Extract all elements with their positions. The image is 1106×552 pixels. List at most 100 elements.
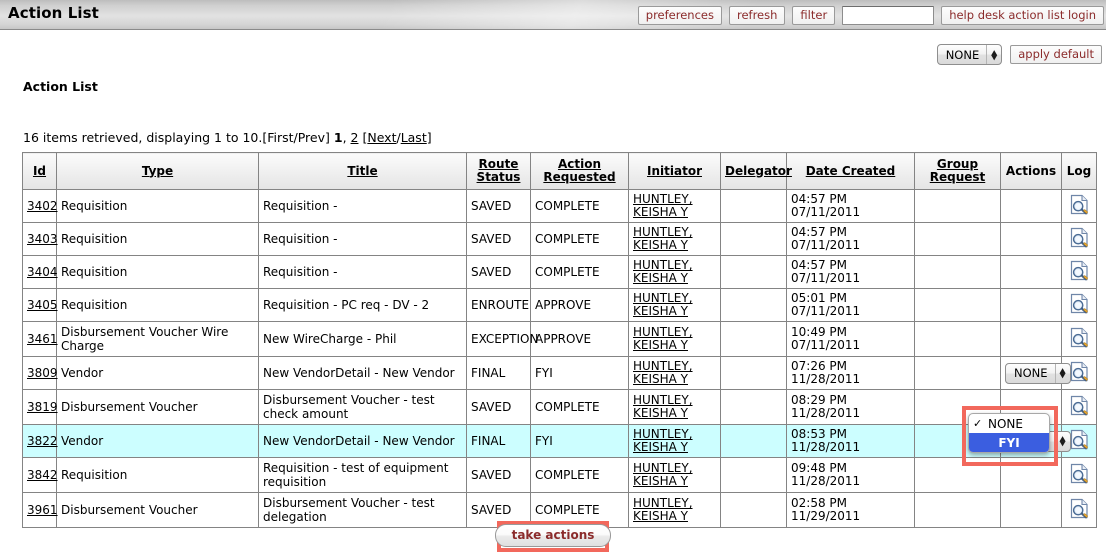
log-icon[interactable]: [1070, 227, 1089, 248]
cell-date-created: 02:58 PM 11/29/2011: [786, 492, 915, 528]
cell-title: Requisition - test of equipment requisit…: [258, 457, 467, 493]
cell-type: Disbursement Voucher: [56, 492, 259, 528]
cell-initiator: HUNTLEY, KEISHA Y: [628, 389, 721, 425]
initiator-link[interactable]: HUNTLEY, KEISHA Y: [633, 325, 693, 352]
document-id-link[interactable]: 3461: [27, 332, 58, 346]
dropdown-option-none[interactable]: ✓ NONE: [969, 414, 1049, 433]
cell-initiator: HUNTLEY, KEISHA Y: [628, 492, 721, 528]
cell-actions: [1000, 457, 1062, 493]
initiator-link[interactable]: HUNTLEY, KEISHA Y: [633, 291, 693, 318]
initiator-link[interactable]: HUNTLEY, KEISHA Y: [633, 393, 693, 420]
initiator-link[interactable]: HUNTLEY, KEISHA Y: [633, 258, 693, 285]
last-page-link[interactable]: Last: [401, 130, 427, 145]
cell-delegator: [720, 288, 787, 322]
row-action-select[interactable]: NONE ▲▼: [1005, 362, 1071, 384]
next-page-link[interactable]: Next: [367, 130, 396, 145]
cell-date-created: 10:49 PM 07/11/2011: [786, 321, 915, 357]
log-icon[interactable]: [1070, 361, 1089, 382]
initiator-link[interactable]: HUNTLEY, KEISHA Y: [633, 359, 693, 386]
refresh-button[interactable]: refresh: [728, 6, 786, 25]
document-id-link[interactable]: 3809: [27, 366, 58, 380]
cell-actions: [1000, 492, 1062, 528]
log-icon[interactable]: [1070, 395, 1089, 416]
document-id-link[interactable]: 3822: [27, 434, 58, 448]
column-header-label: Type: [141, 163, 174, 178]
cell-log: [1061, 321, 1097, 357]
initiator-link[interactable]: HUNTLEY, KEISHA Y: [633, 496, 693, 523]
initiator-link[interactable]: HUNTLEY, KEISHA Y: [633, 192, 693, 219]
column-header-label: Initiator: [647, 163, 702, 178]
dropdown-option-fyi[interactable]: FYI: [969, 433, 1049, 452]
cell-type: Disbursement Voucher Wire Charge: [56, 321, 259, 357]
document-id-link[interactable]: 3819: [27, 400, 58, 414]
initiator-link[interactable]: HUNTLEY, KEISHA Y: [633, 461, 693, 488]
log-icon[interactable]: [1070, 498, 1089, 519]
document-id-link[interactable]: 3842: [27, 468, 58, 482]
cell-title: New VendorDetail - New Vendor: [258, 424, 467, 458]
document-id-link[interactable]: 3961: [27, 503, 58, 517]
cell-delegator: [720, 255, 787, 289]
log-icon[interactable]: [1070, 429, 1089, 450]
column-header-id[interactable]: Id: [22, 152, 57, 190]
document-id-link[interactable]: 3405: [27, 298, 58, 312]
cell-id: 3403: [22, 222, 58, 256]
column-header-action-requested[interactable]: Action Requested: [530, 152, 629, 190]
column-header-label: Action Requested: [543, 157, 616, 184]
page-current: 1: [333, 130, 343, 145]
cell-actions: [1000, 189, 1062, 223]
column-header-label: Delegator: [725, 163, 792, 178]
column-header-group-request[interactable]: Group Request: [914, 152, 1001, 190]
cell-id: 3822: [22, 424, 58, 458]
filter-button[interactable]: filter: [792, 6, 836, 25]
cell-group-request: [914, 222, 1001, 256]
apply-default-button[interactable]: apply default: [1010, 45, 1102, 64]
column-header-label: Id: [32, 163, 47, 178]
cell-delegator: [720, 189, 787, 223]
cell-group-request: [914, 457, 1001, 493]
cell-type: Requisition: [56, 189, 259, 223]
dropdown-option-label: NONE: [988, 416, 1023, 431]
log-icon[interactable]: [1070, 327, 1089, 348]
column-header-label: Group Request: [929, 157, 986, 184]
cell-log: [1061, 492, 1097, 528]
document-id-link[interactable]: 3403: [27, 232, 58, 246]
column-header-date-created[interactable]: Date Created: [786, 152, 915, 190]
cell-log: [1061, 255, 1097, 289]
cell-action-requested: COMPLETE: [530, 189, 629, 223]
apply-default-row: NONE ▲ ▼ apply default: [936, 44, 1102, 65]
log-icon[interactable]: [1070, 293, 1089, 314]
preferences-button[interactable]: preferences: [637, 6, 722, 25]
table-row: 3404 Requisition Requisition - SAVED COMPLET…: [22, 255, 1097, 289]
take-actions-button[interactable]: take actions: [494, 524, 612, 547]
log-icon[interactable]: [1070, 463, 1089, 484]
cell-type: Requisition: [56, 457, 259, 493]
default-action-select-value: NONE: [945, 47, 980, 62]
cell-date-created: 04:57 PM 07/11/2011: [786, 255, 915, 289]
cell-title: Requisition -: [258, 222, 467, 256]
cell-initiator: HUNTLEY, KEISHA Y: [628, 222, 721, 256]
cell-route-status: EXCEPTION: [466, 321, 538, 357]
column-header-initiator[interactable]: Initiator: [628, 152, 721, 190]
column-header-delegator[interactable]: Delegator: [720, 152, 792, 190]
search-input[interactable]: [842, 6, 935, 25]
cell-id: 3842: [22, 457, 58, 493]
cell-delegator: [720, 321, 787, 357]
cell-delegator: [720, 424, 787, 458]
column-header-type[interactable]: Type: [56, 152, 259, 190]
column-header-route-status[interactable]: Route Status: [466, 152, 531, 190]
initiator-link[interactable]: HUNTLEY, KEISHA Y: [633, 225, 693, 252]
document-id-link[interactable]: 3402: [27, 199, 58, 213]
help-desk-action-list-login-button[interactable]: help desk action list login: [941, 6, 1104, 25]
document-id-link[interactable]: 3404: [27, 265, 58, 279]
initiator-link[interactable]: HUNTLEY, KEISHA Y: [633, 427, 693, 454]
column-header-title[interactable]: Title: [258, 152, 467, 190]
cell-title: New VendorDetail - New Vendor: [258, 356, 467, 390]
action-dropdown-menu[interactable]: ✓ NONE FYI: [968, 413, 1050, 453]
cell-title: New WireCharge - Phil: [258, 321, 467, 357]
log-icon[interactable]: [1070, 194, 1089, 215]
cell-delegator: [720, 356, 787, 390]
cell-group-request: [914, 356, 1001, 390]
cell-type: Requisition: [56, 255, 259, 289]
log-icon[interactable]: [1070, 260, 1089, 281]
default-action-select[interactable]: NONE ▲ ▼: [936, 44, 1003, 65]
